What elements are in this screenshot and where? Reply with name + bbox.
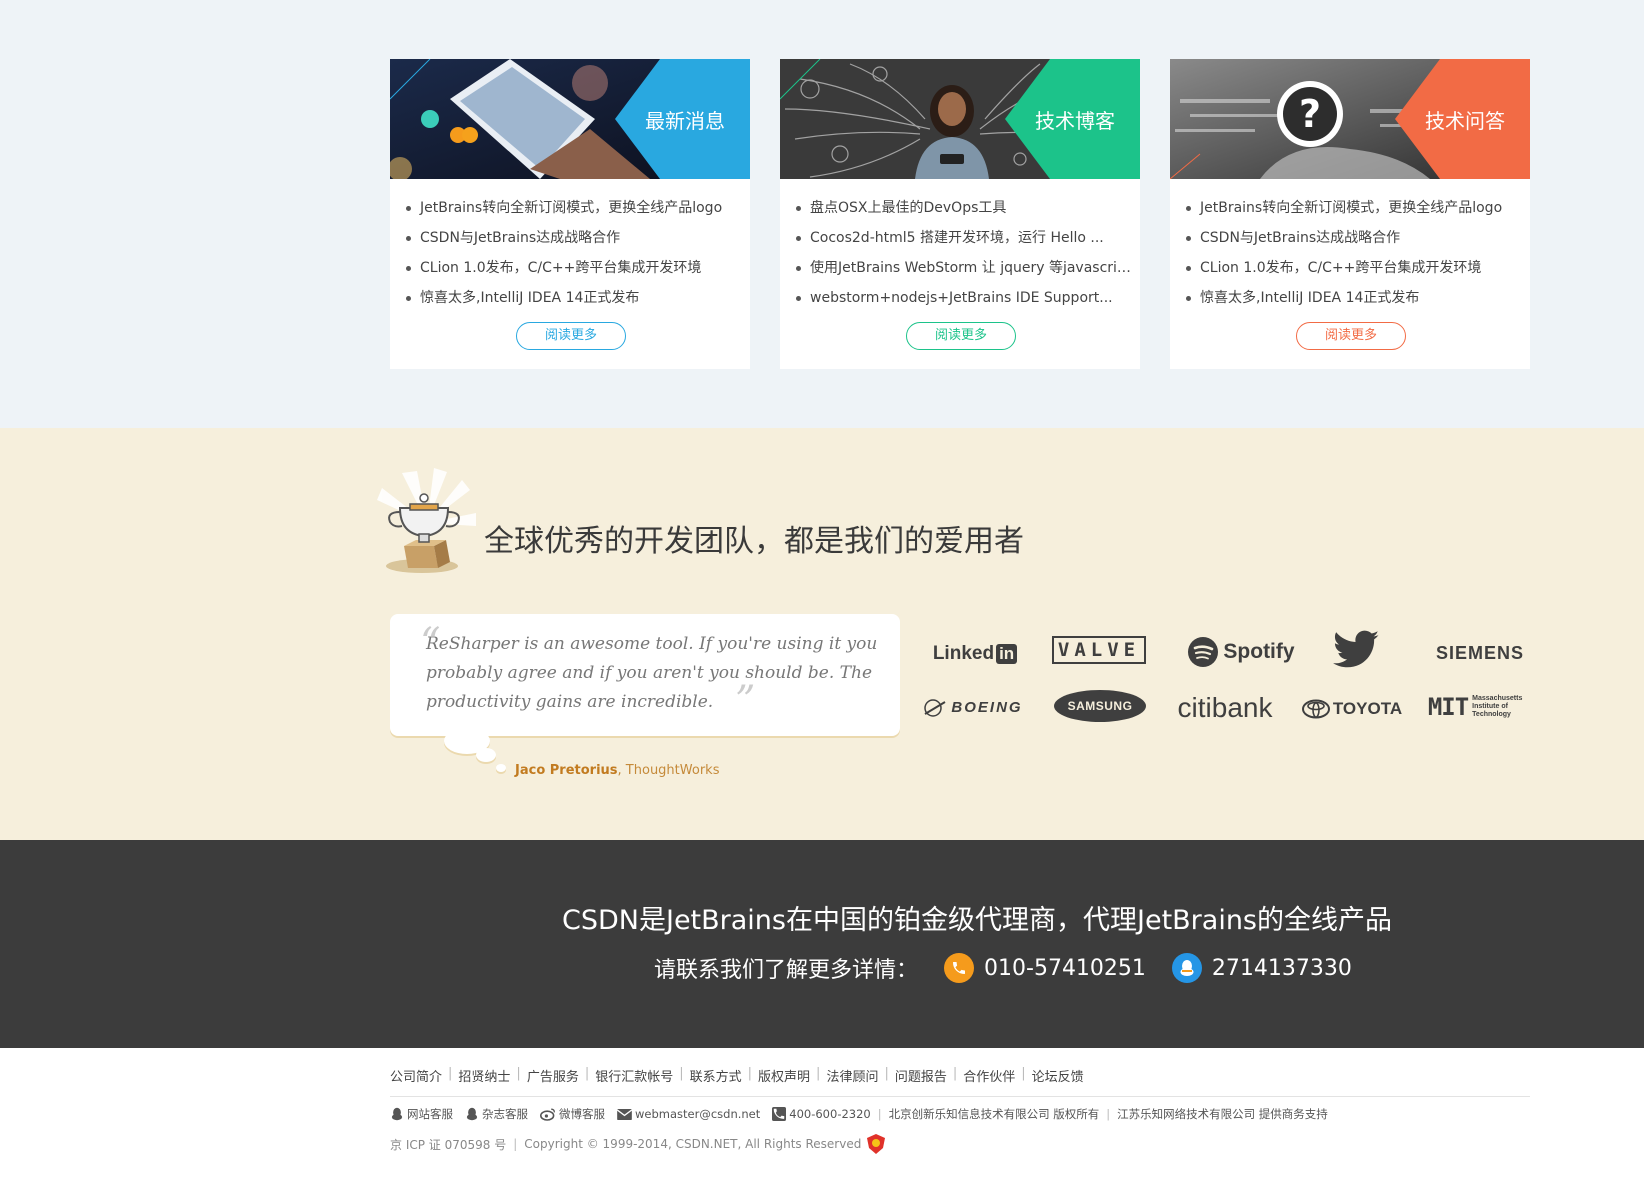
footer-link[interactable]: 问题报告 [895,1066,947,1085]
mit-logo-text: Massachusetts Institute of Technology [1472,695,1523,718]
contact-section: CSDN是JetBrains在中国的铂金级代理商，代理JetBrains的全线产… [0,840,1644,1048]
footer-contact-row: 网站客服 杂志客服 微博客服 webmaster@csdn.net 400-60… [390,1106,1328,1122]
toyota-logo-text: TOYOTA [1332,699,1403,718]
boeing-logo-text: BOEING [951,698,1023,716]
list-item[interactable]: CLion 1.0发布，C/C++跨平台集成开发环境 [1184,253,1524,283]
footer-copyright-row: 京 ICP 证 070598 号 | Copyright © 1999-2014… [390,1134,886,1154]
speech-bubble-dot [476,748,496,762]
quote-author: Jaco Pretorius, ThoughtWorks [515,763,719,778]
spotify-logo-text: Spotify [1223,640,1295,663]
toyota-icon [1301,699,1330,719]
list-item[interactable]: 惊喜太多,IntelliJ IDEA 14正式发布 [1184,283,1524,313]
police-badge-icon[interactable] [867,1134,886,1154]
list-item[interactable]: CSDN与JetBrains达成战略合作 [404,223,744,253]
boeing-icon [924,699,946,717]
news-card-title: 最新消息 [645,108,725,133]
spotify-logo: Spotify [1176,632,1306,672]
icp-license[interactable]: 京 ICP 证 070598 号 [390,1136,506,1153]
contact-headline: CSDN是JetBrains在中国的铂金级代理商，代理JetBrains的全线产… [562,905,1392,936]
twitter-logo [1326,628,1386,674]
news-read-more-button[interactable]: 阅读更多 [516,322,626,350]
toyota-logo: TOYOTA [1296,692,1408,726]
list-item[interactable]: JetBrains转向全新订阅模式，更换全线产品logo [1184,193,1524,223]
list-item[interactable]: CSDN与JetBrains达成战略合作 [1184,223,1524,253]
footer-link[interactable]: 版权声明 [758,1066,810,1085]
company-support: 江苏乐知网络技术有限公司 提供商务支持 [1117,1107,1328,1121]
speech-bubble-dot [496,764,506,772]
list-item[interactable]: 盘点OSX上最佳的DevOps工具 [794,193,1134,223]
blog-banner[interactable]: 技术博客 [780,59,1140,179]
news-banner[interactable]: 最新消息 [390,59,750,179]
list-item[interactable]: 惊喜太多,IntelliJ IDEA 14正式发布 [404,283,744,313]
weibo-icon [540,1108,556,1121]
mail-icon [617,1108,632,1120]
footer-link[interactable]: 广告服务 [527,1066,579,1085]
citibank-logo: citibank [1177,692,1273,723]
list-item[interactable]: webstorm+nodejs+JetBrains IDE Support... [794,283,1134,313]
trophy-icon [377,468,476,573]
footer-link[interactable]: 法律顾问 [826,1066,878,1085]
footer-link[interactable]: 银行汇款帐号 [595,1066,673,1085]
list-item[interactable]: JetBrains转向全新订阅模式，更换全线产品logo [404,193,744,223]
linkedin-logo-in: in [996,644,1018,664]
news-cards-section: 最新消息 JetBrains转向全新订阅模式，更换全线产品logo CSDN与J… [0,0,1644,428]
phone-icon [772,1107,787,1121]
news-list: JetBrains转向全新订阅模式，更换全线产品logo CSDN与JetBra… [404,193,744,313]
copyright-text: Copyright © 1999-2014, CSDN.NET, All Rig… [524,1137,862,1151]
footer-nav: 公司简介 | 招贤纳士 | 广告服务 | 银行汇款帐号 | 联系方式 | 版权声明 | 法律… [390,1066,1084,1085]
news-card: 最新消息 JetBrains转向全新订阅模式，更换全线产品logo CSDN与J… [390,59,750,369]
blog-card-title: 技术博客 [1035,108,1115,133]
site-footer: 公司简介 | 招贤纳士 | 广告服务 | 银行汇款帐号 | 联系方式 | 版权声明 | 法律… [0,1048,1644,1186]
testimonial-quote: “ ReSharper is an awesome tool. If you'r… [390,614,900,736]
qq-icon [466,1107,478,1121]
site-service-link[interactable]: 网站客服 [407,1106,453,1122]
samsung-logo: SAMSUNG [1054,690,1146,722]
qa-card-title: 技术问答 [1425,108,1505,133]
spotify-icon [1188,637,1219,667]
qa-card: ? 技术问答 JetBrains转向全新订阅模式，更换全线产品logo CSDN… [1170,59,1530,369]
siemens-logo: SIEMENS [1435,642,1525,663]
email-link[interactable]: webmaster@csdn.net [635,1107,760,1121]
list-item[interactable]: Cocos2d-html5 搭建开发环境，运行 Hello ... [794,223,1134,253]
linkedin-logo: Linked in [920,634,1030,674]
mit-logo: MIT Massachusetts Institute of Technolog… [1424,690,1534,724]
users-section: 全球优秀的开发团队，都是我们的爱用者 “ ReSharper is an awe… [0,428,1644,840]
footer-link[interactable]: 招贤纳士 [458,1066,510,1085]
list-item[interactable]: 使用JetBrains WebStorm 让 jquery 等javascrip… [794,253,1134,283]
contact-phone[interactable]: 010-57410251 [984,956,1146,981]
weibo-service-link[interactable]: 微博客服 [559,1106,605,1122]
contact-prompt: 请联系我们了解更多详情： [654,958,919,983]
footer-phone: 400-600-2320 [789,1107,871,1121]
footer-divider [390,1096,1530,1097]
footer-link[interactable]: 联系方式 [690,1066,742,1085]
author-company: , ThoughtWorks [617,763,720,778]
qq-icon [1171,953,1202,983]
boeing-logo: BOEING [918,690,1028,724]
mit-logo-mark: MIT [1427,693,1469,721]
qq-icon [391,1107,403,1121]
valve-logo: VALVE [1052,636,1146,664]
close-quote-icon: ” [735,678,756,724]
quote-text: ReSharper is an awesome tool. If you're … [426,634,878,712]
company-copyright: 北京创新乐知信息技术有限公司 版权所有 [888,1107,1100,1121]
contact-qq[interactable]: 2714137330 [1212,956,1352,981]
qa-list: JetBrains转向全新订阅模式，更换全线产品logo CSDN与JetBra… [1184,193,1524,313]
footer-link[interactable]: 公司简介 [390,1066,442,1085]
blog-card: 技术博客 盘点OSX上最佳的DevOps工具 Cocos2d-html5 搭建开… [780,59,1140,369]
twitter-bird-icon [1333,630,1379,668]
users-title: 全球优秀的开发团队，都是我们的爱用者 [484,524,1024,559]
footer-link[interactable]: 合作伙伴 [963,1066,1015,1085]
author-name: Jaco Pretorius [515,763,618,778]
qa-banner[interactable]: ? 技术问答 [1170,59,1530,179]
blog-read-more-button[interactable]: 阅读更多 [906,322,1016,350]
list-item[interactable]: CLion 1.0发布，C/C++跨平台集成开发环境 [404,253,744,283]
linkedin-logo-text: Linked [932,643,995,664]
phone-icon [944,953,975,983]
contact-line: 请联系我们了解更多详情： 010-57410251 2714137330 [654,952,1352,984]
magazine-service-link[interactable]: 杂志客服 [482,1106,528,1122]
blog-list: 盘点OSX上最佳的DevOps工具 Cocos2d-html5 搭建开发环境，运… [794,193,1134,313]
qa-read-more-button[interactable]: 阅读更多 [1296,322,1406,350]
footer-link[interactable]: 论坛反馈 [1032,1066,1084,1085]
